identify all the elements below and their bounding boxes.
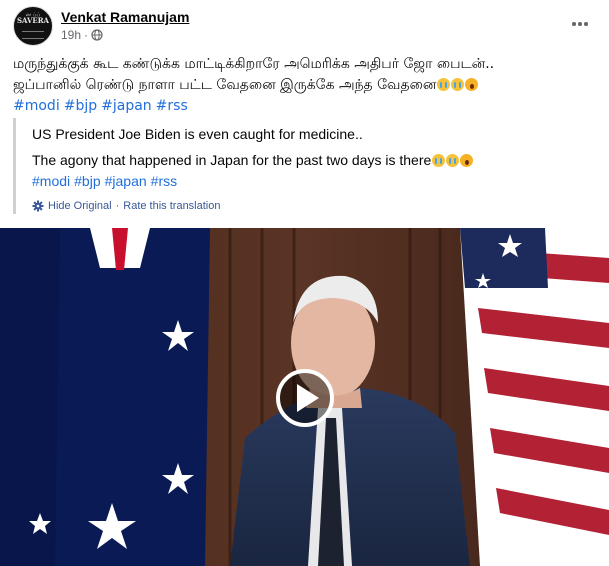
action-separator: · <box>115 200 120 212</box>
avatar-logo: ஸ ப்ப் SAVERA <box>14 12 52 24</box>
post-header: ஸ ப்ப் SAVERA Venkat Ramanujam 19h · <box>13 6 598 46</box>
play-icon[interactable] <box>276 369 334 427</box>
translation-actions: Hide Original · Rate this translation <box>32 200 598 212</box>
avatar[interactable]: ஸ ப்ப் SAVERA <box>13 6 53 46</box>
hide-original-link[interactable]: Hide Original <box>48 200 112 212</box>
translation-line2-text: The agony that happened in Japan for the… <box>32 152 432 168</box>
avatar-decoration <box>22 31 44 39</box>
hashtag-link[interactable]: #modi <box>13 98 60 114</box>
video-frame <box>0 228 609 566</box>
astonished-emoji-icon <box>460 154 474 167</box>
hashtag-link[interactable]: #bjp <box>64 98 97 114</box>
hashtag-link[interactable]: #japan <box>101 98 152 114</box>
more-options-icon[interactable] <box>570 14 590 34</box>
astonished-emoji-icon <box>465 78 479 91</box>
post-body-line2-text: ஜப்பானில் ரெண்டு நாளா பட்ட வேதனை இருக்கே… <box>13 77 437 93</box>
translation-line2: The agony that happened in Japan for the… <box>32 150 598 171</box>
hashtag-link[interactable]: #japan <box>105 173 147 189</box>
post-body-line1: மருந்துக்குக் கூட கண்டுக்க மாட்டிக்கிறார… <box>13 56 495 72</box>
translation-line1: US President Joe Biden is even caught fo… <box>32 126 363 142</box>
crying-emoji-icon <box>437 78 451 91</box>
translation-hashtags: #modi #bjp #japan #rss <box>32 171 598 191</box>
australian-flag <box>0 228 210 566</box>
hashtag-link[interactable]: #rss <box>156 98 188 114</box>
post-body: மருந்துக்குக் கூட கண்டுக்க மாட்டிக்கிறார… <box>13 54 598 117</box>
facebook-post: ஸ ப்ப் SAVERA Venkat Ramanujam 19h · மரு… <box>0 0 609 566</box>
post-meta: 19h · <box>61 28 103 42</box>
post-hashtags: #modi #bjp #japan #rss <box>13 96 598 117</box>
author-name[interactable]: Venkat Ramanujam <box>61 9 189 25</box>
hashtag-link[interactable]: #bjp <box>74 173 100 189</box>
rate-translation-link[interactable]: Rate this translation <box>123 200 220 212</box>
globe-icon <box>91 29 103 41</box>
crying-emoji-icon <box>446 154 460 167</box>
crying-emoji-icon <box>432 154 446 167</box>
hashtag-link[interactable]: #modi <box>32 173 70 189</box>
crying-emoji-icon <box>451 78 465 91</box>
post-time[interactable]: 19h <box>61 28 81 42</box>
avatar-logo-line2: SAVERA <box>17 16 49 25</box>
gear-icon <box>32 200 44 212</box>
meta-separator: · <box>84 28 89 42</box>
hashtag-link[interactable]: #rss <box>151 173 177 189</box>
post-body-line2: ஜப்பானில் ரெண்டு நாளா பட்ட வேதனை இருக்கே… <box>13 75 598 96</box>
translation-block: US President Joe Biden is even caught fo… <box>13 118 598 214</box>
video-player[interactable] <box>0 228 609 566</box>
us-flag <box>460 228 609 566</box>
